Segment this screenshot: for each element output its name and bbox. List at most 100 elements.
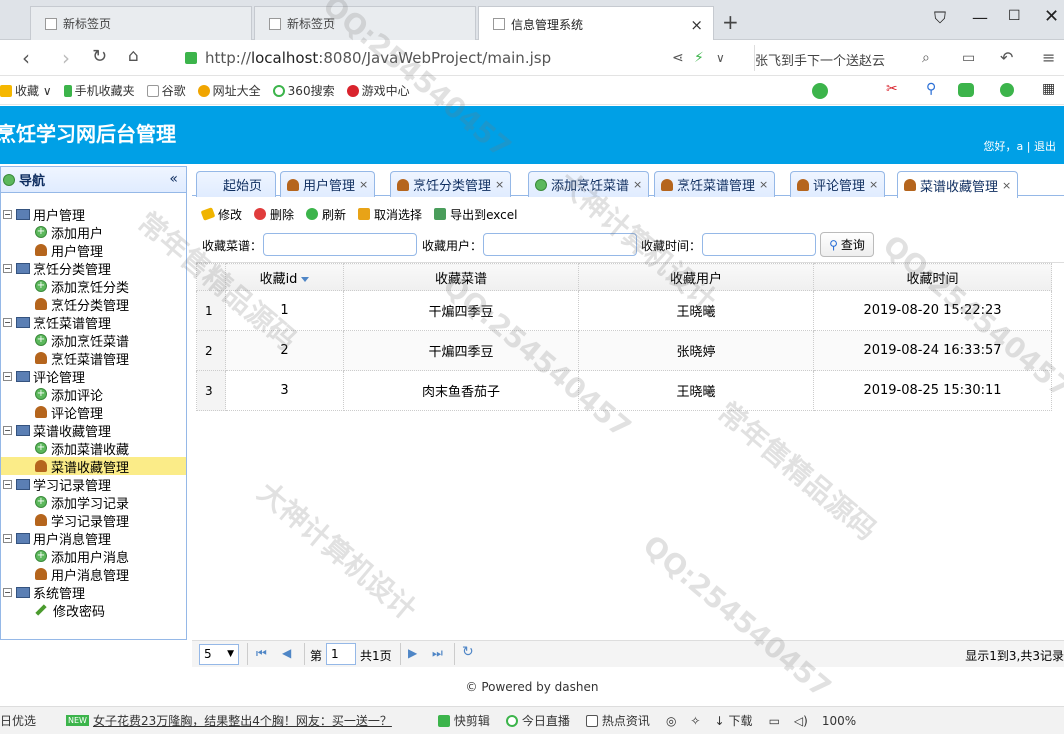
- refresh-button[interactable]: 刷新: [306, 206, 346, 223]
- nav-group[interactable]: − 用户消息管理: [1, 529, 186, 548]
- url-input[interactable]: http://localhost:8080/JavaWebProject/mai…: [185, 45, 735, 71]
- pin-icon[interactable]: ✧: [690, 714, 700, 728]
- chevron-down-icon[interactable]: ∨: [716, 51, 725, 65]
- nav-item[interactable]: 用户管理: [1, 241, 186, 260]
- recipe-filter-input[interactable]: [263, 233, 417, 256]
- lightning-icon[interactable]: ⚡: [694, 50, 704, 66]
- reload-icon[interactable]: ↻: [92, 46, 107, 67]
- nav-group[interactable]: − 菜谱收藏管理: [1, 421, 186, 440]
- collapse-toggle-icon[interactable]: −: [3, 479, 12, 489]
- browser-tab-3[interactable]: 信息管理系统 ×: [478, 6, 714, 41]
- close-window-icon[interactable]: ✕: [1044, 6, 1059, 27]
- nav-item[interactable]: 菜谱收藏管理: [1, 457, 186, 476]
- next-page-icon[interactable]: ▶: [408, 646, 417, 660]
- column-header-time[interactable]: 收藏时间: [813, 263, 1052, 291]
- export-button[interactable]: 导出到excel: [434, 206, 517, 223]
- nav-group[interactable]: − 烹饪分类管理: [1, 259, 186, 278]
- nav-group[interactable]: − 学习记录管理: [1, 475, 186, 494]
- table-row[interactable]: 1 1 干煸四季豆 王晓曦 2019-08-20 15:22:23: [196, 290, 1052, 331]
- nav-item[interactable]: 评论管理: [1, 403, 186, 422]
- browser-tab-1[interactable]: 新标签页: [30, 6, 252, 40]
- collapse-toggle-icon[interactable]: −: [3, 425, 12, 435]
- tab-3[interactable]: 添加烹饪菜谱 ×: [528, 171, 650, 197]
- tab-1[interactable]: 用户管理 ×: [280, 171, 376, 197]
- close-tab-icon[interactable]: ×: [1002, 179, 1011, 192]
- bookmark-google[interactable]: 谷歌: [146, 82, 186, 99]
- collapse-toggle-icon[interactable]: −: [3, 263, 12, 273]
- tab-2[interactable]: 烹饪分类管理 ×: [390, 171, 512, 197]
- nav-group[interactable]: − 系统管理: [1, 583, 186, 602]
- nav-group[interactable]: − 烹饪菜谱管理: [1, 313, 186, 332]
- tab-0[interactable]: 起始页: [196, 171, 276, 197]
- tab-6[interactable]: 菜谱收藏管理 ×: [897, 171, 1019, 198]
- new-tab-icon[interactable]: +: [722, 10, 739, 34]
- bookmark-favorites[interactable]: 收藏 ∨: [0, 82, 52, 99]
- tab-4[interactable]: 烹饪菜谱管理 ×: [654, 171, 776, 197]
- collapse-toggle-icon[interactable]: −: [3, 371, 12, 381]
- nav-item[interactable]: + 添加菜谱收藏: [1, 439, 186, 458]
- close-tab-icon[interactable]: ×: [869, 178, 878, 191]
- coin-icon[interactable]: [1000, 83, 1014, 97]
- menu-icon[interactable]: ≡: [1042, 48, 1055, 67]
- deselect-button[interactable]: 取消选择: [358, 206, 422, 223]
- shirt-icon[interactable]: ⛉: [934, 8, 946, 28]
- user-filter-input[interactable]: [483, 233, 637, 256]
- edit-button[interactable]: 修改: [200, 206, 242, 223]
- search-icon[interactable]: ⌕: [922, 50, 930, 66]
- prev-page-icon[interactable]: ◀: [282, 646, 291, 660]
- nav-item[interactable]: 学习记录管理: [1, 511, 186, 530]
- status-youxuan[interactable]: 日优选: [0, 712, 36, 729]
- nav-item[interactable]: + 添加烹饪菜谱: [1, 331, 186, 350]
- bookmark-games[interactable]: 游戏中心: [346, 82, 410, 99]
- time-filter-input[interactable]: [702, 233, 816, 256]
- gamepad-icon[interactable]: [958, 83, 974, 97]
- collapse-icon[interactable]: «: [169, 171, 178, 187]
- maximize-icon[interactable]: ☐: [1008, 8, 1021, 24]
- tab-5[interactable]: 评论管理 ×: [790, 171, 886, 197]
- scissors-icon[interactable]: ✂: [886, 81, 898, 97]
- close-tab-icon[interactable]: ×: [759, 178, 768, 191]
- close-tab-icon[interactable]: ×: [690, 16, 703, 34]
- speaker-icon[interactable]: ◁): [794, 714, 808, 728]
- undo-icon[interactable]: ↶: [1000, 48, 1013, 67]
- last-page-icon[interactable]: ⏭: [432, 646, 443, 661]
- share-icon[interactable]: ⋖: [672, 50, 684, 66]
- status-hotnews[interactable]: 热点资讯: [585, 712, 650, 729]
- close-tab-icon[interactable]: ×: [495, 178, 504, 191]
- home-icon[interactable]: ⌂: [128, 46, 139, 66]
- forward-icon[interactable]: ›: [62, 46, 70, 70]
- browser-tab-2[interactable]: 新标签页: [254, 6, 476, 40]
- status-kuaijianji[interactable]: 快剪辑: [437, 712, 490, 729]
- query-button[interactable]: ⚲ 查询: [820, 232, 874, 257]
- nav-item[interactable]: 烹饪分类管理: [1, 295, 186, 314]
- delete-button[interactable]: 删除: [254, 206, 294, 223]
- collapse-toggle-icon[interactable]: −: [3, 533, 12, 543]
- nav-item[interactable]: 烹饪菜谱管理: [1, 349, 186, 368]
- column-header-user[interactable]: 收藏用户: [578, 263, 814, 291]
- bookmark-nav[interactable]: 网址大全: [197, 82, 261, 99]
- page-number-input[interactable]: 1: [326, 643, 356, 665]
- nav-item[interactable]: 用户消息管理: [1, 565, 186, 584]
- bookmark-mobile[interactable]: 手机收藏夹: [63, 82, 135, 99]
- magnifier-icon[interactable]: ⚲: [926, 81, 936, 97]
- collapse-toggle-icon[interactable]: −: [3, 317, 12, 327]
- column-header-id[interactable]: 收藏id: [225, 263, 344, 291]
- reload-icon[interactable]: ↻: [462, 644, 474, 660]
- first-page-icon[interactable]: ⏮: [256, 646, 267, 661]
- status-live[interactable]: 今日直播: [505, 712, 570, 729]
- table-row[interactable]: 2 2 干煸四季豆 张晓婷 2019-08-24 16:33:57: [196, 330, 1052, 371]
- compass-icon[interactable]: ◎: [666, 714, 676, 728]
- minimize-icon[interactable]: —: [972, 8, 988, 27]
- window-icon[interactable]: ▭: [769, 714, 780, 728]
- user-greeting[interactable]: 您好，a | 退出: [984, 138, 1056, 154]
- nav-item[interactable]: + 添加用户消息: [1, 547, 186, 566]
- hot-search-text[interactable]: 张飞到手下一个送赵云: [754, 45, 944, 71]
- battery-icon[interactable]: ▭: [962, 50, 975, 66]
- extension-icon[interactable]: [812, 83, 828, 99]
- page-size-select[interactable]: 5 ▼: [199, 644, 239, 665]
- close-tab-icon[interactable]: ×: [633, 178, 642, 191]
- nav-item[interactable]: + 添加评论: [1, 385, 186, 404]
- column-header-recipe[interactable]: 收藏菜谱: [343, 263, 579, 291]
- nav-item[interactable]: + 添加烹饪分类: [1, 277, 186, 296]
- close-tab-icon[interactable]: ×: [359, 178, 368, 191]
